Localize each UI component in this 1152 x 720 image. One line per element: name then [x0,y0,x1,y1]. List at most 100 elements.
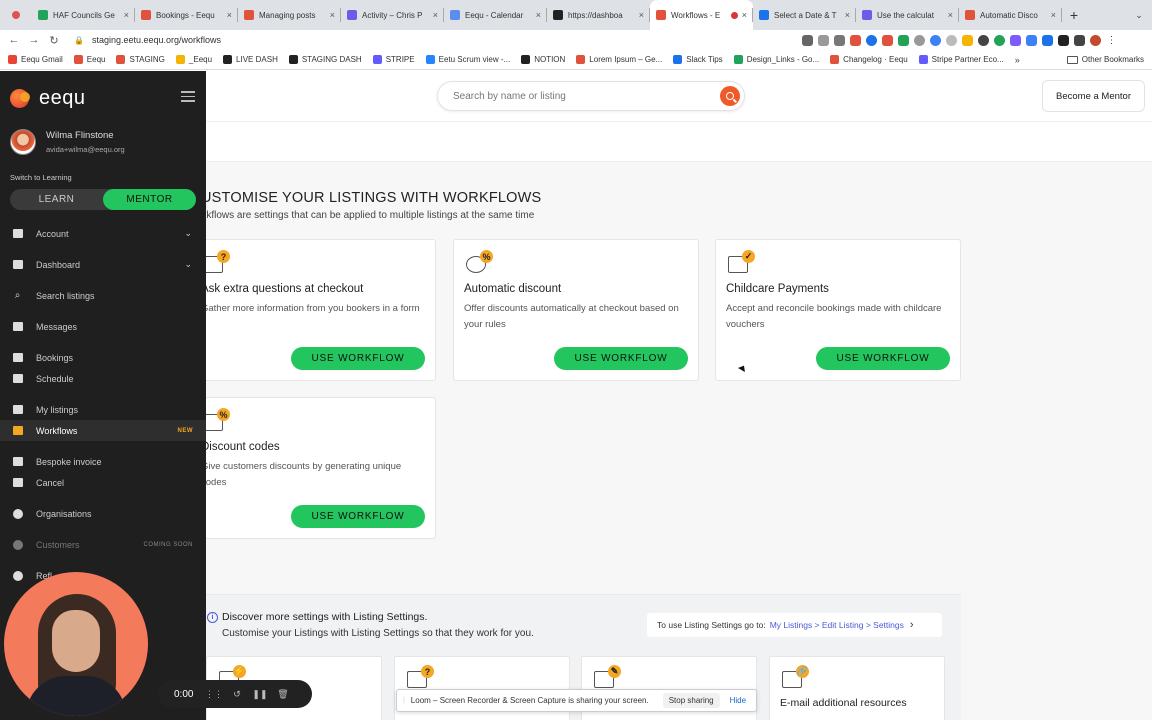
profile-avatar-icon[interactable] [1090,34,1101,46]
star-icon[interactable] [834,34,845,46]
extension-icon[interactable] [850,34,861,46]
drag-handle-icon[interactable]: ⦙ [403,696,405,706]
sidebar-item-cancel[interactable]: Cancel [0,472,206,493]
sidebar-item-bespoke-invoice[interactable]: Bespoke invoice [0,451,206,472]
browser-tab[interactable]: Automatic Disco × [959,0,1062,30]
bookmark-item[interactable]: Design_Links - Go... [733,55,819,64]
browser-tab[interactable]: https://dashboa × [547,0,650,30]
sidebar-item-schedule[interactable]: Schedule [0,368,206,389]
pause-icon[interactable]: ❚❚ [252,689,267,699]
browser-tab[interactable]: Use the calculat × [856,0,959,30]
sidebar-item-messages[interactable]: Messages [0,316,206,337]
bookmark-item[interactable]: Changelog · Eequ [830,55,908,64]
bookmarks-overflow-icon[interactable]: » [1015,55,1020,65]
bookmark-item[interactable]: Eequ Gmail [8,55,63,64]
new-tab-button[interactable]: + [1062,0,1086,30]
sidebar-panel-icon[interactable] [1074,34,1085,46]
sidebar-item-organisations[interactable]: Organisations [0,503,206,524]
more-menu-icon[interactable]: ⋮ [1106,35,1117,46]
close-tab-icon[interactable]: × [330,10,335,20]
bookmark-item[interactable]: Eetu Scrum view -... [425,55,510,64]
back-icon[interactable]: ← [4,34,24,46]
close-tab-icon[interactable]: × [1051,10,1056,20]
bookmark-item[interactable]: Slack Tips [673,55,723,64]
sidebar-item-dashboard[interactable]: Dashboard ⌄ [0,254,206,275]
browser-tab[interactable]: Bookings - Eequ × [135,0,238,30]
extension-icon[interactable] [994,34,1005,46]
close-tab-icon[interactable]: × [742,10,747,20]
hide-button[interactable]: Hide [730,696,746,705]
search-input[interactable] [453,90,703,102]
mentor-toggle-option[interactable]: MENTOR [103,189,196,210]
become-mentor-button[interactable]: Become a Mentor [1042,80,1145,112]
setting-card-email-resources[interactable]: 🔗 E-mail additional resources [769,656,945,720]
sidebar-item-search-listings[interactable]: ⌕ Search listings [0,285,206,306]
goto-path-link[interactable]: My Listings > Edit Listing > Settings [770,620,904,630]
close-tab-icon[interactable]: × [536,10,541,20]
bookmark-item[interactable]: STAGING DASH [288,55,362,64]
camera-icon[interactable] [802,34,813,46]
extension-icon[interactable] [866,34,877,46]
extension-icon[interactable] [930,34,941,46]
extension-icon[interactable] [1010,34,1021,46]
puzzle-icon[interactable] [1058,34,1069,46]
url-field[interactable]: 🔒 staging.eetu.eequ.org/workflows [74,32,792,48]
restart-icon[interactable]: ↺ [232,689,241,699]
search-bar[interactable] [437,81,745,111]
extension-icon[interactable] [946,34,957,46]
close-tab-icon[interactable]: × [433,10,438,20]
listing-settings-link[interactable]: To use Listing Settings go to: My Listin… [647,613,942,637]
use-workflow-button[interactable]: USE WORKFLOW [291,347,425,370]
other-bookmarks[interactable]: Other Bookmarks [1066,55,1144,64]
sidebar-item-account[interactable]: Account ⌄ [0,223,206,244]
bookmark-item[interactable]: Lorem Ipsum – Ge... [576,55,662,64]
browser-tab[interactable]: HAF Councils Ge × [32,0,135,30]
bookmark-item[interactable]: Stripe Partner Eco... [918,55,1004,64]
eequ-logo[interactable]: eequ [10,87,86,110]
extension-icon[interactable] [882,34,893,46]
close-tab-icon[interactable]: × [639,10,644,20]
extension-icon[interactable] [1042,34,1053,46]
tab-search-chevron-icon[interactable]: ⌄ [1126,0,1152,30]
close-tab-icon[interactable]: × [845,10,850,20]
collapse-menu-icon[interactable] [181,91,195,102]
stop-sharing-button[interactable]: Stop sharing [662,693,720,708]
close-tab-icon[interactable]: × [124,10,129,20]
webcam-bubble[interactable] [4,572,148,716]
bookmark-item[interactable]: NOTION [521,55,565,64]
use-workflow-button[interactable]: USE WORKFLOW [554,347,688,370]
forward-icon[interactable]: → [24,34,44,46]
browser-tab[interactable]: Eequ - Calendar × [444,0,547,30]
extension-icon[interactable] [914,34,925,46]
sidebar-item-my-listings[interactable]: My listings [0,399,206,420]
bookmark-item[interactable]: STRIPE [372,55,415,64]
close-tab-icon[interactable]: × [227,10,232,20]
bookmark-item[interactable]: _Eequ [175,55,212,64]
extension-icon[interactable] [898,34,909,46]
browser-tab[interactable]: Managing posts × [238,0,341,30]
sidebar-item-bookings[interactable]: Bookings [0,347,206,368]
browser-tab[interactable]: Select a Date & T × [753,0,856,30]
bookmark-item[interactable]: Eequ [73,55,105,64]
account-icon [12,229,23,239]
share-icon[interactable] [818,34,829,46]
extension-icon[interactable] [1026,34,1037,46]
browser-tab[interactable]: Activity – Chris P × [341,0,444,30]
window-controls[interactable] [0,0,32,30]
bookmark-item[interactable]: STAGING [116,55,165,64]
learn-toggle-option[interactable]: LEARN [10,189,103,210]
reload-icon[interactable]: ↻ [44,34,64,47]
learn-mentor-toggle[interactable]: LEARN MENTOR [10,189,196,210]
extension-icon[interactable] [978,34,989,46]
use-workflow-button[interactable]: USE WORKFLOW [816,347,950,370]
bookmark-item[interactable]: LIVE DASH [223,55,278,64]
user-profile[interactable]: Wilma Flinstone avida+wilma@eequ.org [10,129,125,155]
trash-icon[interactable]: 🗑 [277,689,288,699]
grid-icon[interactable]: ⋮⋮ [205,689,223,699]
browser-tab[interactable]: Workflows - E × [650,0,753,30]
close-tab-icon[interactable]: × [948,10,953,20]
sidebar-item-workflows[interactable]: Workflows NEW [0,420,206,441]
use-workflow-button[interactable]: USE WORKFLOW [291,505,425,528]
extension-icon[interactable] [962,34,973,46]
search-button[interactable] [720,86,740,106]
